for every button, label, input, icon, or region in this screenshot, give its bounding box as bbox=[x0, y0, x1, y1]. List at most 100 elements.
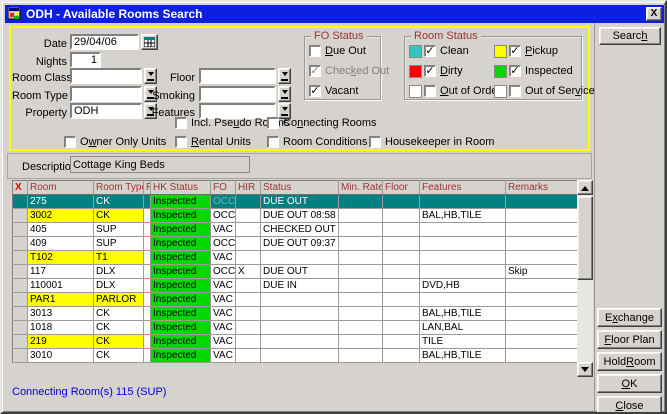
column-header-status[interactable]: Status bbox=[261, 181, 339, 195]
cell-r bbox=[144, 195, 151, 209]
checkbox-inspected[interactable]: ✓ bbox=[509, 65, 521, 77]
row-marker bbox=[13, 293, 28, 307]
cell-r bbox=[144, 335, 151, 349]
checkbox-owner-only-units[interactable] bbox=[64, 136, 76, 148]
table-row-117[interactable]: 117DLXInspectedOCCXDUE OUTSkip bbox=[13, 265, 578, 279]
floor-dropdown-icon[interactable] bbox=[278, 68, 291, 84]
checkbox-row-checked-out[interactable]: ✓Checked Out bbox=[309, 64, 389, 78]
cell-min-rate bbox=[339, 349, 383, 363]
cell-fo: OCC bbox=[211, 195, 236, 209]
checkbox-row-vacant[interactable]: ✓Vacant bbox=[309, 84, 358, 98]
cell-r bbox=[144, 251, 151, 265]
checkbox-row-pickup[interactable]: ✓Pickup bbox=[494, 44, 558, 58]
hold-room-button[interactable]: Hold Room bbox=[597, 352, 662, 371]
checkbox-row-inspected[interactable]: ✓Inspected bbox=[494, 64, 573, 78]
checkbox-clean[interactable]: ✓ bbox=[424, 45, 436, 57]
floor-label: Floor bbox=[147, 71, 195, 85]
checkbox-housekeeper-in-room[interactable] bbox=[369, 136, 381, 148]
checkbox-out-of-order[interactable] bbox=[424, 85, 436, 97]
table-row-PAR1[interactable]: PAR1PARLORInspectedVAC bbox=[13, 293, 578, 307]
table-row-3010[interactable]: 3010CKInspectedVACBAL,HB,TILE bbox=[13, 349, 578, 363]
table-row-3002[interactable]: 3002CKInspectedOCCDUE OUT 08:58BAL,HB,TI… bbox=[13, 209, 578, 223]
checkbox-row-out-of-service[interactable]: Out of Service bbox=[494, 84, 595, 98]
calendar-icon bbox=[144, 37, 155, 47]
cell-remarks bbox=[506, 335, 578, 349]
table-row-219[interactable]: 219CKInspectedVACTILE bbox=[13, 335, 578, 349]
column-header-hk-status[interactable]: HK Status bbox=[151, 181, 211, 195]
cell-r bbox=[144, 321, 151, 335]
cell-room: 110001 bbox=[28, 279, 94, 293]
checkbox-out-of-service[interactable] bbox=[509, 85, 521, 97]
table-row-1018[interactable]: 1018CKInspectedVACLAN,BAL bbox=[13, 321, 578, 335]
checkbox-row-housekeeper-in-room[interactable]: Housekeeper in Room bbox=[369, 135, 494, 149]
column-header-fo[interactable]: FO bbox=[211, 181, 236, 195]
column-header-hir[interactable]: HIR bbox=[236, 181, 261, 195]
room-class-input[interactable] bbox=[70, 68, 142, 84]
checkbox-pickup[interactable]: ✓ bbox=[509, 45, 521, 57]
smoking-dropdown-icon[interactable] bbox=[278, 86, 291, 102]
search-button[interactable]: Search bbox=[599, 27, 661, 45]
column-header-room[interactable]: Room bbox=[28, 181, 94, 195]
close-button[interactable]: Close bbox=[597, 396, 662, 414]
checkbox-row-connecting-rooms[interactable]: Connecting Rooms bbox=[267, 116, 377, 130]
checkbox-row-dirty[interactable]: ✓Dirty bbox=[409, 64, 463, 78]
cell-r bbox=[144, 279, 151, 293]
cell-status bbox=[261, 251, 339, 265]
checkbox-incl-pseudo-rooms[interactable] bbox=[175, 117, 187, 129]
checkbox-row-owner-only-units[interactable]: Owner Only Units bbox=[64, 135, 166, 149]
checkbox-dirty[interactable]: ✓ bbox=[424, 65, 436, 77]
vertical-scrollbar[interactable] bbox=[577, 180, 593, 377]
table-row-110001[interactable]: 110001DLXInspectedVACDUE INDVD,HB bbox=[13, 279, 578, 293]
table-header-row[interactable]: XRoomRoom TypeRHK StatusFOHIRStatusMin. … bbox=[13, 181, 578, 195]
smoking-input[interactable] bbox=[199, 86, 276, 102]
room-type-input[interactable] bbox=[70, 86, 142, 102]
column-header-min-rate[interactable]: Min. Rate bbox=[339, 181, 383, 195]
nights-input[interactable] bbox=[70, 52, 101, 68]
calendar-button[interactable] bbox=[141, 34, 158, 50]
inspected-color-swatch bbox=[494, 65, 507, 78]
column-header-r[interactable]: R bbox=[144, 181, 151, 195]
cell-room-type: CK bbox=[94, 209, 144, 223]
checkbox-row-out-of-order[interactable]: Out of Order bbox=[409, 84, 501, 98]
checkbox-due-out[interactable] bbox=[309, 45, 321, 57]
checkbox-row-due-out[interactable]: Due Out bbox=[309, 44, 366, 58]
scroll-up-icon[interactable] bbox=[577, 180, 593, 195]
table-row-405[interactable]: 405SUPInspectedVACCHECKED OUT bbox=[13, 223, 578, 237]
cell-features: BAL,HB,TILE bbox=[420, 209, 506, 223]
checkbox-vacant[interactable]: ✓ bbox=[309, 85, 321, 97]
cell-min-rate bbox=[339, 237, 383, 251]
cell-hk-status: Inspected bbox=[151, 195, 211, 209]
floor-input[interactable] bbox=[199, 68, 276, 84]
pickup-color-swatch bbox=[494, 45, 507, 58]
checkbox-row-room-conditions[interactable]: Room Conditions bbox=[267, 135, 367, 149]
description-input[interactable] bbox=[70, 156, 250, 173]
table-row-275[interactable]: 275CKInspectedOCCDUE OUT bbox=[13, 195, 578, 209]
room-type-label: Room Type bbox=[12, 89, 67, 103]
column-header-room-type[interactable]: Room Type bbox=[94, 181, 144, 195]
cell-room: T102 bbox=[28, 251, 94, 265]
cell-floor bbox=[383, 335, 420, 349]
checkbox-connecting-rooms[interactable] bbox=[267, 117, 279, 129]
column-header-features[interactable]: Features bbox=[420, 181, 506, 195]
close-icon[interactable]: X bbox=[646, 7, 662, 21]
exchange-button[interactable]: Exchange bbox=[597, 308, 662, 327]
table-row-3013[interactable]: 3013CKInspectedVACBAL,HB,TILE bbox=[13, 307, 578, 321]
floor-plan-button[interactable]: Floor Plan bbox=[597, 330, 662, 349]
table-row-T102[interactable]: T102T1InspectedVAC bbox=[13, 251, 578, 265]
scrollbar-thumb[interactable] bbox=[577, 196, 593, 280]
property-input[interactable] bbox=[70, 103, 142, 119]
ok-button[interactable]: OK bbox=[597, 374, 662, 393]
titlebar[interactable]: ODH - Available Rooms Search X bbox=[5, 5, 664, 23]
cell-hk-status: Inspected bbox=[151, 237, 211, 251]
checkbox-room-conditions[interactable] bbox=[267, 136, 279, 148]
date-input[interactable] bbox=[70, 34, 139, 50]
checkbox-rental-units[interactable] bbox=[175, 136, 187, 148]
scroll-down-icon[interactable] bbox=[577, 362, 593, 377]
checkbox-row-clean[interactable]: ✓Clean bbox=[409, 44, 469, 58]
checkbox-row-rental-units[interactable]: Rental Units bbox=[175, 135, 251, 149]
column-header-x[interactable]: X bbox=[13, 181, 28, 195]
table-row-409[interactable]: 409SUPInspectedOCCDUE OUT 09:37 bbox=[13, 237, 578, 251]
checkbox-checked-out[interactable]: ✓ bbox=[309, 65, 321, 77]
column-header-floor[interactable]: Floor bbox=[383, 181, 420, 195]
column-header-remarks[interactable]: Remarks bbox=[506, 181, 578, 195]
